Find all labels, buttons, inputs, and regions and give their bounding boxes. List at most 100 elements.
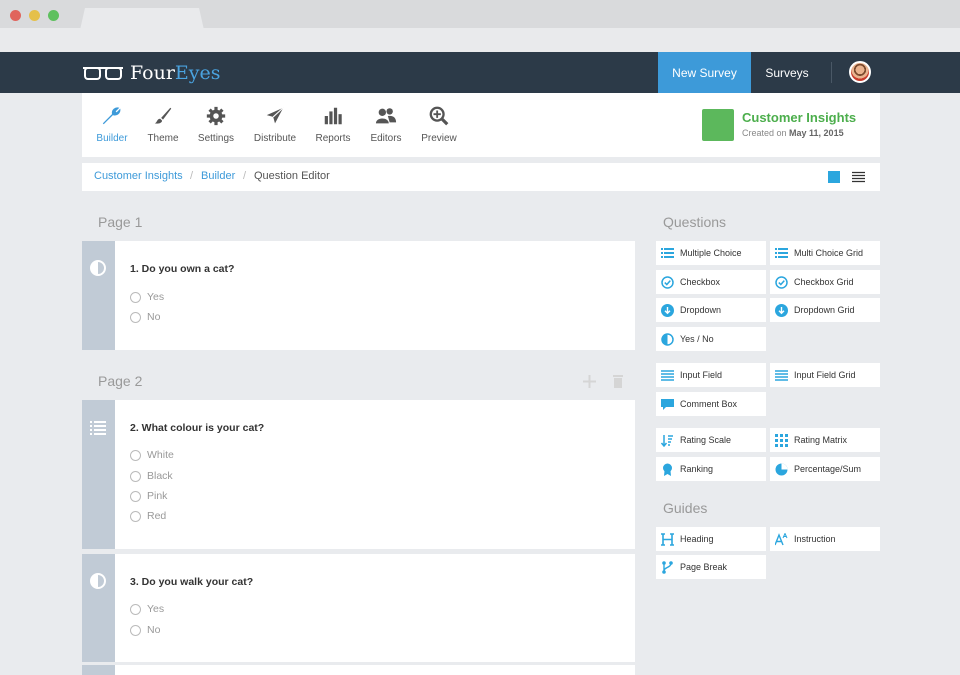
tool-distribute[interactable]: Distribute <box>245 105 305 144</box>
lines-icon <box>661 369 674 381</box>
answer-option[interactable]: Yes <box>130 291 164 303</box>
sort-icon <box>661 434 673 447</box>
trash-icon[interactable] <box>612 374 624 388</box>
users-icon <box>375 108 397 124</box>
question-type-multi-choice-grid[interactable]: Multi Choice Grid <box>770 241 880 265</box>
radio-button[interactable] <box>130 470 141 482</box>
question-type-checkbox[interactable]: Checkbox <box>656 270 766 294</box>
answer-option[interactable]: Black <box>130 470 173 482</box>
user-avatar[interactable] <box>849 61 871 83</box>
surveys-nav-link[interactable]: Surveys <box>752 52 822 93</box>
survey-color-swatch[interactable] <box>702 109 734 141</box>
browser-chrome <box>0 0 960 52</box>
magnifier-icon <box>429 106 449 126</box>
check-circle-icon <box>775 275 788 289</box>
question-card[interactable]: 3. Do you walk your cat? Yes No <box>82 554 635 662</box>
list-view-icon[interactable] <box>852 171 865 183</box>
questions-section-title: Questions <box>663 214 727 230</box>
close-window-icon[interactable] <box>10 10 21 21</box>
tool-label: Theme <box>147 133 179 144</box>
new-survey-button[interactable]: New Survey <box>658 52 751 93</box>
breadcrumb-separator: / <box>190 170 194 182</box>
logo[interactable]: FourEyes <box>82 60 221 86</box>
answer-option[interactable]: No <box>130 624 160 636</box>
question-type-ranking[interactable]: Ranking <box>656 457 766 481</box>
answer-option[interactable]: Yes <box>130 603 164 615</box>
tool-reports[interactable]: Reports <box>303 105 363 144</box>
question-type-yes-no[interactable]: Yes / No <box>656 327 766 351</box>
question-card[interactable] <box>82 665 635 675</box>
question-type-dropdown[interactable]: Dropdown <box>656 298 766 322</box>
top-navbar: FourEyes New Survey Surveys <box>0 52 960 93</box>
question-type-strip[interactable] <box>82 241 115 350</box>
answer-option[interactable]: Pink <box>130 490 167 502</box>
arrow-down-circle-icon <box>775 303 788 317</box>
check-circle-icon <box>661 275 674 289</box>
bar-chart-icon <box>324 107 342 125</box>
logo-text-accent: Eyes <box>174 62 221 84</box>
arrow-down-circle-icon <box>661 303 674 317</box>
browser-toolbar <box>0 28 960 52</box>
question-title[interactable]: 3. Do you walk your cat? <box>130 576 253 588</box>
question-title[interactable]: 1. Do you own a cat? <box>130 263 234 275</box>
grid-dots-icon <box>775 433 788 447</box>
question-type-dropdown-grid[interactable]: Dropdown Grid <box>770 298 880 322</box>
answer-option[interactable]: White <box>130 449 174 461</box>
half-circle-icon <box>90 573 106 589</box>
survey-created-date: Created on May 11, 2015 <box>742 128 844 138</box>
question-type-percentage-sum[interactable]: Percentage/Sum <box>770 457 880 481</box>
question-card[interactable]: 1. Do you own a cat? Yes No <box>82 241 635 350</box>
breadcrumb-link-builder[interactable]: Builder <box>201 170 235 182</box>
question-type-rating-matrix[interactable]: Rating Matrix <box>770 428 880 452</box>
tool-editors[interactable]: Editors <box>356 105 416 144</box>
question-type-strip <box>82 665 115 675</box>
grid-view-icon[interactable] <box>828 171 840 183</box>
tool-label: Builder <box>96 133 128 144</box>
question-card[interactable]: 2. What colour is your cat? White Black … <box>82 400 635 549</box>
answer-option[interactable]: Red <box>130 510 166 522</box>
question-type-strip[interactable] <box>82 400 115 549</box>
lines-icon <box>775 369 788 381</box>
radio-button[interactable] <box>130 291 141 303</box>
list-icon <box>661 247 674 258</box>
tool-theme[interactable]: Theme <box>133 105 193 144</box>
question-title[interactable]: 2. What colour is your cat? <box>130 422 264 434</box>
maximize-window-icon[interactable] <box>48 10 59 21</box>
tool-preview[interactable]: Preview <box>409 105 469 144</box>
pie-icon <box>775 463 788 475</box>
guide-type-page-break[interactable]: Page Break <box>656 555 766 579</box>
tool-label: Distribute <box>253 133 297 144</box>
builder-toolbar: Builder Theme Settings Distribute Report… <box>82 93 880 157</box>
radio-button[interactable] <box>130 624 141 636</box>
text-size-icon <box>775 532 788 545</box>
breadcrumb: Customer Insights / Builder / Question E… <box>82 163 880 191</box>
paper-plane-icon <box>266 107 284 124</box>
radio-button[interactable] <box>130 510 141 522</box>
breadcrumb-link-survey[interactable]: Customer Insights <box>94 170 183 182</box>
radio-button[interactable] <box>130 603 141 615</box>
move-icon[interactable] <box>583 375 596 388</box>
question-type-checkbox-grid[interactable]: Checkbox Grid <box>770 270 880 294</box>
tool-label: Editors <box>370 133 402 144</box>
speech-bubble-icon <box>661 398 674 410</box>
guide-type-heading[interactable]: Heading <box>656 527 766 551</box>
question-type-strip[interactable] <box>82 554 115 662</box>
answer-option[interactable]: No <box>130 311 160 323</box>
branch-icon <box>662 560 673 574</box>
glasses-icon <box>83 67 123 80</box>
question-type-input-field-grid[interactable]: Input Field Grid <box>770 363 880 387</box>
page-title: Page 1 <box>98 214 143 230</box>
question-type-input-field[interactable]: Input Field <box>656 363 766 387</box>
question-type-multiple-choice[interactable]: Multiple Choice <box>656 241 766 265</box>
question-type-rating-scale[interactable]: Rating Scale <box>656 428 766 452</box>
survey-title[interactable]: Customer Insights <box>742 110 856 125</box>
browser-tab[interactable] <box>80 8 204 30</box>
radio-button[interactable] <box>130 490 141 502</box>
radio-button[interactable] <box>130 449 141 461</box>
minimize-window-icon[interactable] <box>29 10 40 21</box>
radio-button[interactable] <box>130 311 141 323</box>
tool-settings[interactable]: Settings <box>186 105 246 144</box>
guide-type-instruction[interactable]: Instruction <box>770 527 880 551</box>
question-type-comment-box[interactable]: Comment Box <box>656 392 766 416</box>
list-icon <box>775 247 788 258</box>
